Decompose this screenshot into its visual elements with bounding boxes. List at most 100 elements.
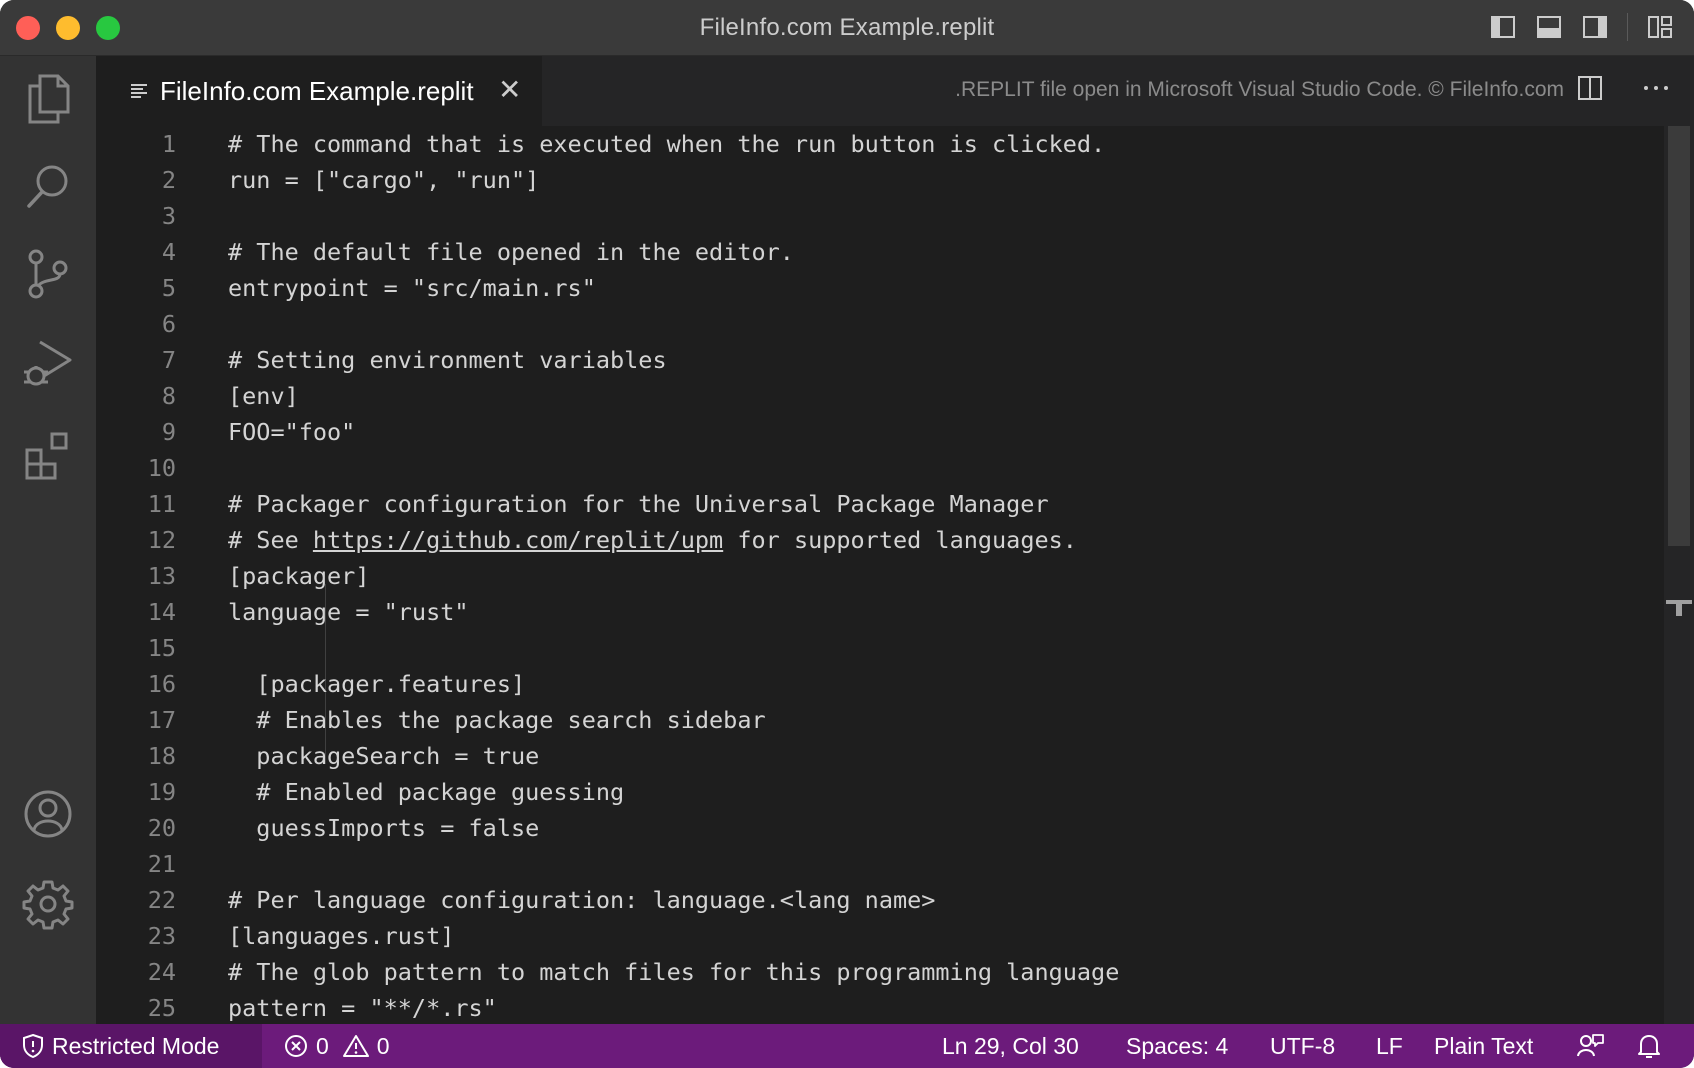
line-number: 21	[147, 850, 176, 878]
vertical-scrollbar-thumb[interactable]	[1668, 126, 1690, 546]
scrollbar-cursor-marker-stem	[1676, 604, 1682, 616]
eol-item[interactable]: LF	[1376, 1024, 1403, 1068]
line-code: # Enables the package search sidebar	[228, 706, 766, 734]
tab-bar: FileInfo.com Example.replit ✕ .REPLIT fi…	[96, 56, 1694, 126]
line-number: 19	[147, 778, 176, 806]
code-line[interactable]: 1 # The command that is executed when the…	[96, 126, 1656, 162]
code-line[interactable]: 21	[96, 846, 1656, 882]
code-editor[interactable]: 1 # The command that is executed when the…	[96, 126, 1694, 1024]
line-code: run = ["cargo", "run"]	[228, 166, 540, 194]
line-code: # Packager configuration for the Univers…	[228, 490, 1049, 518]
code-line[interactable]: 15	[96, 630, 1656, 666]
line-number: 16	[147, 670, 176, 698]
line-number: 18	[147, 742, 176, 770]
code-line[interactable]: 5 entrypoint = "src/main.rs"	[96, 270, 1656, 306]
tab-label: FileInfo.com Example.replit	[160, 76, 474, 106]
code-line[interactable]: 24 # The glob pattern to match files for …	[96, 954, 1656, 990]
indentation-label: Spaces: 4	[1126, 1032, 1229, 1059]
customize-layout-icon[interactable]	[1646, 13, 1674, 41]
editor-tab[interactable]: FileInfo.com Example.replit ✕	[96, 56, 542, 126]
extensions-icon[interactable]	[20, 426, 76, 482]
line-number: 11	[147, 490, 176, 518]
feedback-icon[interactable]	[1576, 1024, 1604, 1068]
code-line[interactable]: 18 packageSearch = true	[96, 738, 1656, 774]
close-tab-icon[interactable]: ✕	[498, 76, 521, 104]
toggle-panel-icon[interactable]	[1535, 13, 1563, 41]
code-line[interactable]: 9 FOO="foo"	[96, 414, 1656, 450]
toggle-primary-sidebar-icon[interactable]	[1489, 13, 1517, 41]
window-title: FileInfo.com Example.replit	[699, 14, 995, 41]
line-code: [languages.rust]	[228, 922, 455, 950]
line-code: guessImports = false	[228, 814, 540, 842]
files-icon[interactable]	[20, 70, 76, 126]
code-line[interactable]: 19 # Enabled package guessing	[96, 774, 1656, 810]
line-number: 10	[147, 454, 176, 482]
code-line[interactable]: 11 # Packager configuration for the Unive…	[96, 486, 1656, 522]
source-control-icon[interactable]	[20, 246, 76, 302]
line-code: entrypoint = "src/main.rs"	[228, 274, 596, 302]
status-bar: Restricted Mode 0 0 Ln 29, Col 30 Spaces…	[0, 1024, 1694, 1068]
code-line[interactable]: 6	[96, 306, 1656, 342]
restricted-mode-label: Restricted Mode	[52, 1032, 220, 1059]
code-line[interactable]: 12 # See https://github.com/replit/upm fo…	[96, 522, 1656, 558]
line-number: 1	[161, 130, 176, 158]
line-number: 20	[147, 814, 176, 842]
line-number: 12	[147, 526, 176, 554]
warning-icon	[342, 1035, 369, 1057]
code-line[interactable]: 14 language = "rust"	[96, 594, 1656, 630]
language-mode-label: Plain Text	[1434, 1032, 1534, 1059]
cursor-position-item[interactable]: Ln 29, Col 30	[942, 1024, 1079, 1068]
language-mode-item[interactable]: Plain Text	[1434, 1024, 1533, 1068]
code-line[interactable]: 20 guessImports = false	[96, 810, 1656, 846]
code-line[interactable]: 10	[96, 450, 1656, 486]
line-code: [env]	[228, 382, 299, 410]
indentation-item[interactable]: Spaces: 4	[1126, 1024, 1228, 1068]
line-number: 3	[161, 202, 176, 230]
code-line[interactable]: 13 [packager]	[96, 558, 1656, 594]
line-number: 25	[147, 994, 176, 1022]
line-code-text: for supported languages.	[723, 526, 1077, 554]
encoding-label: UTF-8	[1270, 1032, 1336, 1059]
code-line[interactable]: 4 # The default file opened in the editor…	[96, 234, 1656, 270]
problems-item[interactable]: 0 0	[284, 1024, 390, 1068]
layout-separator	[1627, 13, 1628, 41]
editor-actions	[1576, 74, 1670, 107]
cursor-position-label: Ln 29, Col 30	[942, 1032, 1079, 1059]
line-number: 22	[147, 886, 176, 914]
code-line[interactable]: 3	[96, 198, 1656, 234]
line-code: # The default file opened in the editor.	[228, 238, 794, 266]
vscode-window: FileInfo.com Example.replit FileInfo.com…	[0, 0, 1694, 1068]
line-number: 15	[147, 634, 176, 662]
activity-bar	[0, 56, 96, 1024]
code-line[interactable]: 22 # Per language configuration: language…	[96, 882, 1656, 918]
search-icon[interactable]	[20, 158, 76, 214]
notifications-bell-icon[interactable]	[1636, 1024, 1662, 1068]
code-line[interactable]: 7 # Setting environment variables	[96, 342, 1656, 378]
restricted-mode-item[interactable]: Restricted Mode	[0, 1024, 262, 1068]
line-code: [packager.features]	[228, 670, 526, 698]
code-link[interactable]: https://github.com/replit/upm	[313, 526, 723, 554]
code-line[interactable]: 16 [packager.features]	[96, 666, 1656, 702]
code-line[interactable]: 8 [env]	[96, 378, 1656, 414]
settings-gear-icon[interactable]	[20, 876, 76, 932]
more-actions-icon[interactable]	[1642, 74, 1670, 107]
line-code: # See https://github.com/replit/upm for …	[228, 522, 1077, 558]
split-editor-icon[interactable]	[1576, 74, 1604, 107]
line-code: [packager]	[228, 562, 370, 590]
toggle-secondary-sidebar-icon[interactable]	[1581, 13, 1609, 41]
line-number: 2	[161, 166, 176, 194]
line-code-text: # See	[228, 526, 313, 554]
run-debug-icon[interactable]	[20, 336, 76, 392]
encoding-item[interactable]: UTF-8	[1270, 1024, 1335, 1068]
code-line[interactable]: 17 # Enables the package search sidebar	[96, 702, 1656, 738]
code-line[interactable]: 2 run = ["cargo", "run"]	[96, 162, 1656, 198]
line-code: FOO="foo"	[228, 418, 356, 446]
eol-label: LF	[1376, 1032, 1403, 1059]
code-line[interactable]: 23 [languages.rust]	[96, 918, 1656, 954]
line-code: pattern = "**/*.rs"	[228, 994, 497, 1022]
title-bar: FileInfo.com Example.replit	[0, 0, 1694, 56]
warning-count: 0	[376, 1032, 390, 1059]
line-code: language = "rust"	[228, 598, 469, 626]
code-line[interactable]: 25 pattern = "**/*.rs"	[96, 990, 1656, 1024]
accounts-icon[interactable]	[20, 786, 76, 842]
